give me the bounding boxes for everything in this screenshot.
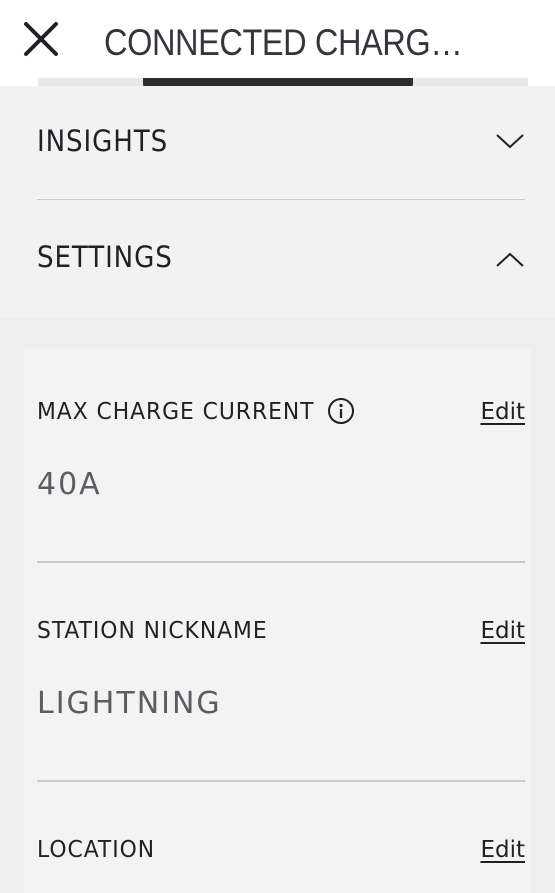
max-charge-current-value: 40A xyxy=(37,467,102,502)
insights-label: INSIGHTS xyxy=(37,124,169,158)
info-icon[interactable] xyxy=(327,397,355,425)
close-icon[interactable] xyxy=(18,16,64,62)
divider xyxy=(37,780,525,782)
max-charge-current-label: MAX CHARGE CURRENT xyxy=(37,399,315,425)
edit-station-nickname-link[interactable]: Edit xyxy=(480,618,525,644)
edit-location-link[interactable]: Edit xyxy=(480,837,525,863)
insights-section-toggle[interactable]: INSIGHTS xyxy=(37,86,525,200)
app-header: CONNECTED CHARGE S... xyxy=(0,0,555,86)
setting-location: LOCATION Edit xyxy=(37,837,525,877)
page-title: CONNECTED CHARGE S... xyxy=(104,22,474,63)
setting-max-charge-current: MAX CHARGE CURRENT Edit 40A xyxy=(37,397,525,565)
station-nickname-value: LIGHTNING xyxy=(37,686,222,721)
settings-section-toggle[interactable]: SETTINGS xyxy=(37,202,525,316)
divider xyxy=(37,561,525,563)
location-label: LOCATION xyxy=(37,837,156,863)
chevron-up-icon xyxy=(496,252,524,267)
station-nickname-label: STATION NICKNAME xyxy=(37,618,268,644)
setting-station-nickname: STATION NICKNAME Edit LIGHTNING xyxy=(37,618,525,784)
edit-max-charge-current-link[interactable]: Edit xyxy=(480,399,525,425)
settings-label: SETTINGS xyxy=(37,240,173,274)
chevron-down-icon xyxy=(496,134,524,149)
accordion: INSIGHTS SETTINGS xyxy=(0,86,555,318)
